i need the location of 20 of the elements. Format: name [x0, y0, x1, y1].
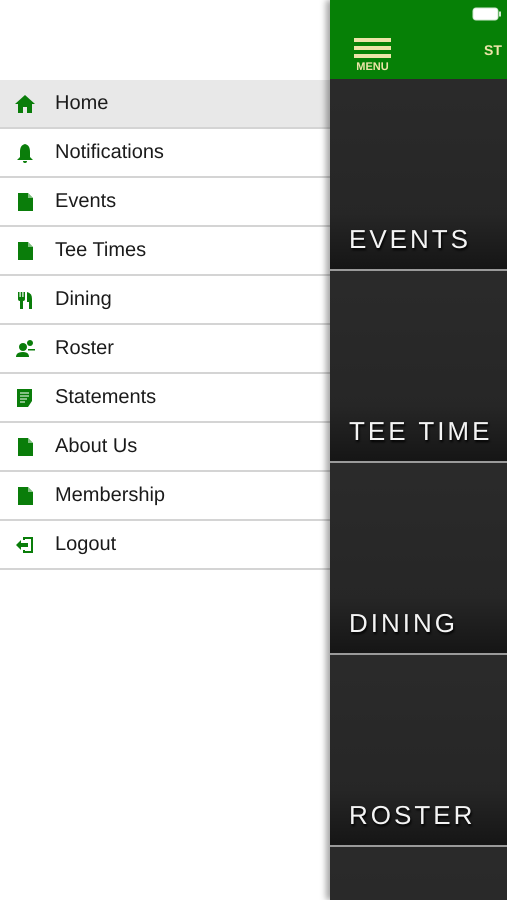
menu-item-label: Statements [55, 386, 156, 409]
menu-item-label: About Us [55, 435, 138, 458]
menu-item-label: Notifications [55, 141, 164, 164]
section-tile[interactable]: EVENTS [330, 79, 507, 271]
menu-item-label: Dining [55, 288, 112, 311]
people-icon [14, 338, 36, 360]
menu-item-label: Home [55, 92, 108, 115]
section-tile[interactable]: TEE TIME [330, 271, 507, 463]
menu-button[interactable]: MENU [354, 38, 391, 73]
section-tile[interactable]: DINING [330, 463, 507, 655]
home-icon [14, 92, 36, 114]
section-tile[interactable]: ROSTER [330, 655, 507, 847]
battery-icon [472, 7, 502, 21]
menu-item-label: Tee Times [55, 239, 146, 262]
menu-item-label: Logout [55, 533, 116, 556]
header-title: ST [484, 42, 502, 58]
menu-item[interactable]: Home [0, 80, 330, 129]
menu-item-label: Membership [55, 484, 166, 507]
menu-item-label: Events [55, 190, 116, 213]
menu-item-label: Roster [55, 337, 114, 360]
